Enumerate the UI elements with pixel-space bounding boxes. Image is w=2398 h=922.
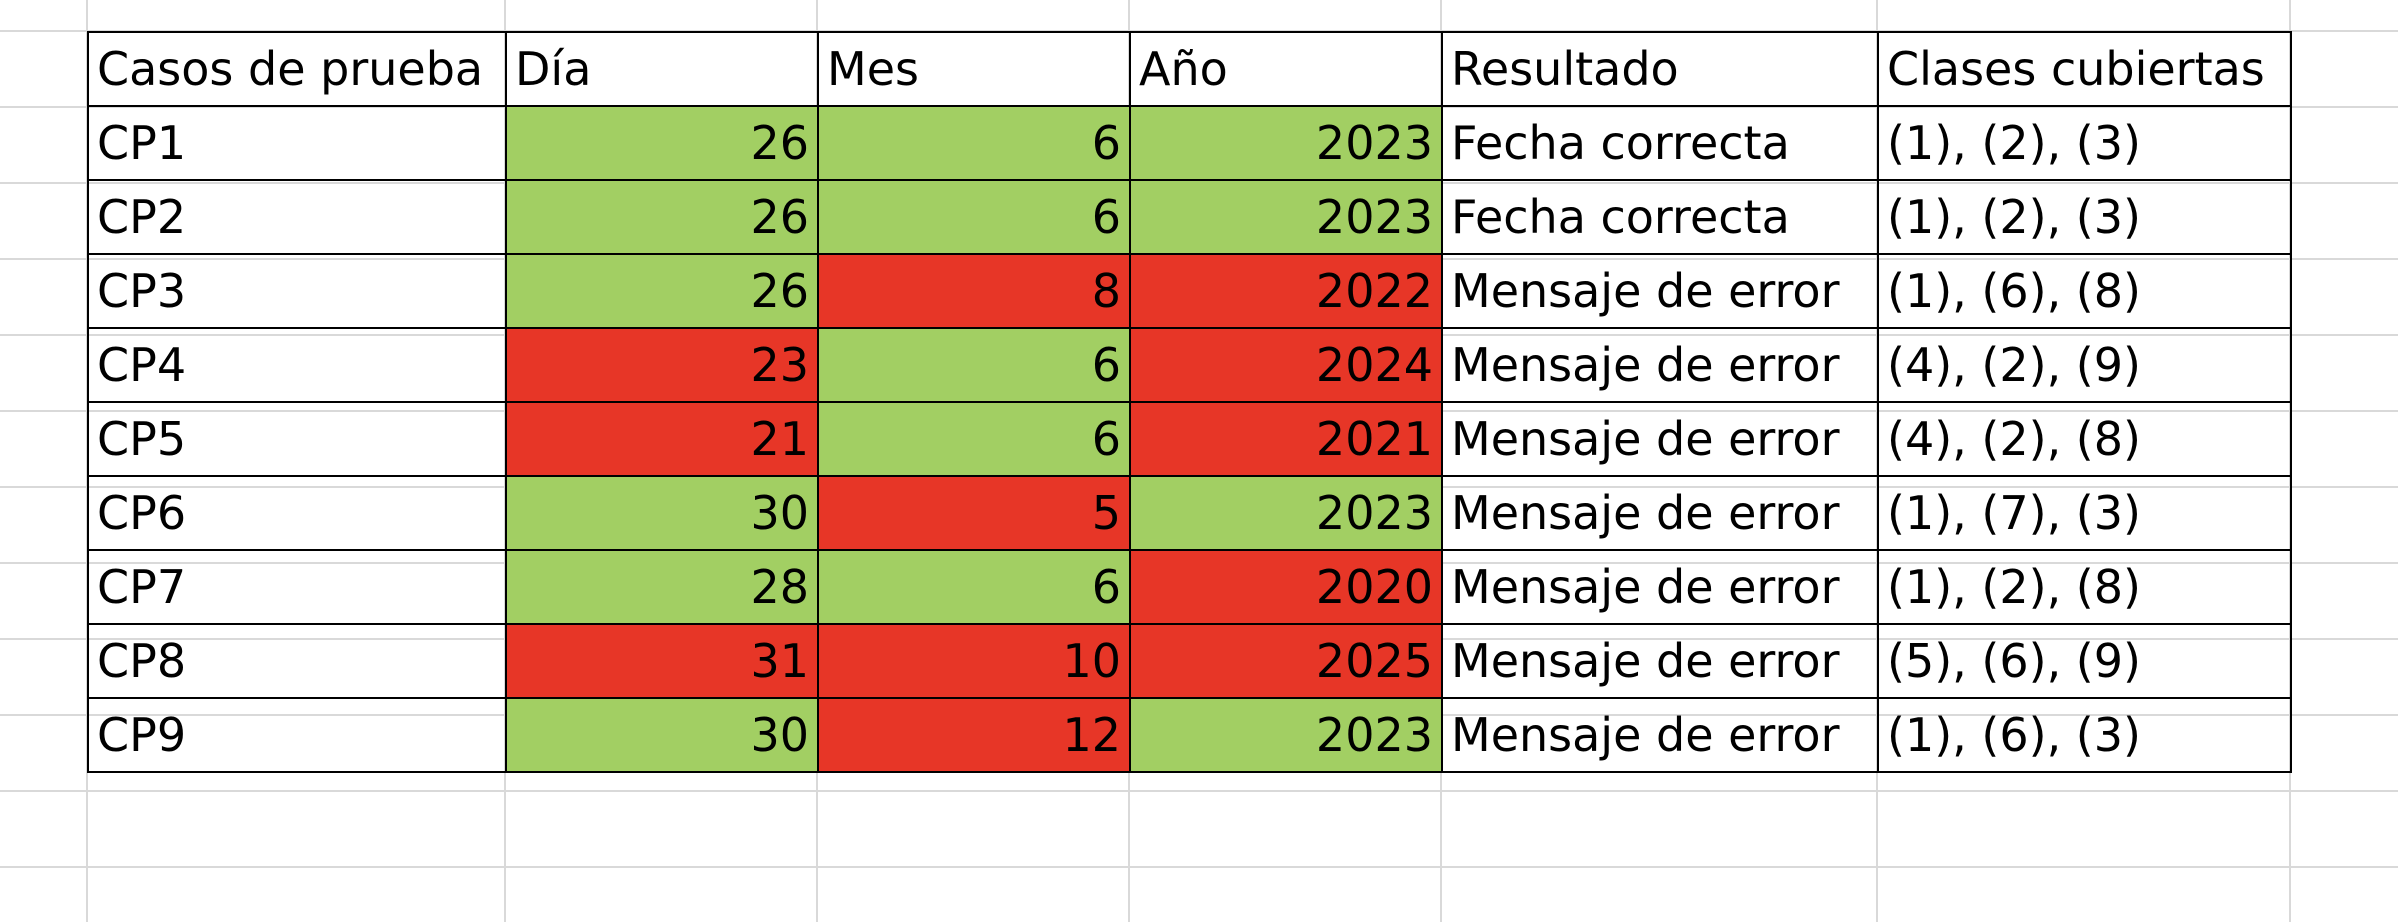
header-cell-clases[interactable]: Clases cubiertas (1877, 31, 2292, 107)
cell-dia[interactable]: 30 (505, 475, 819, 551)
cell-dia[interactable]: 23 (505, 327, 819, 403)
cell-mes[interactable]: 6 (817, 549, 1131, 625)
cell-resultado[interactable]: Mensaje de error (1441, 327, 1879, 403)
table-row: CP6 30 5 2023 Mensaje de error (1), (7), (3) (87, 475, 2292, 551)
cell-anio[interactable]: 2024 (1129, 327, 1443, 403)
test-cases-table: Casos de prueba Día Mes Año Resultado Cl… (87, 31, 2292, 773)
cell-clases[interactable]: (1), (6), (3) (1877, 697, 2292, 773)
cell-clases[interactable]: (5), (6), (9) (1877, 623, 2292, 699)
cell-clases[interactable]: (1), (6), (8) (1877, 253, 2292, 329)
cell-resultado[interactable]: Fecha correcta (1441, 105, 1879, 181)
cell-mes[interactable]: 6 (817, 401, 1131, 477)
cell-dia[interactable]: 30 (505, 697, 819, 773)
cell-clases[interactable]: (1), (2), (8) (1877, 549, 2292, 625)
header-row: Casos de prueba Día Mes Año Resultado Cl… (87, 31, 2292, 107)
cell-resultado[interactable]: Mensaje de error (1441, 549, 1879, 625)
cell-anio[interactable]: 2023 (1129, 697, 1443, 773)
cell-anio[interactable]: 2023 (1129, 179, 1443, 255)
cell-clases[interactable]: (4), (2), (8) (1877, 401, 2292, 477)
table-row: CP9 30 12 2023 Mensaje de error (1), (6), (3) (87, 697, 2292, 773)
cell-dia[interactable]: 31 (505, 623, 819, 699)
table-row: CP3 26 8 2022 Mensaje de error (1), (6), (8) (87, 253, 2292, 329)
cell-clases[interactable]: (4), (2), (9) (1877, 327, 2292, 403)
table-row: CP5 21 6 2021 Mensaje de error (4), (2), (8) (87, 401, 2292, 477)
table-row: CP7 28 6 2020 Mensaje de error (1), (2), (8) (87, 549, 2292, 625)
spreadsheet-grid[interactable]: Casos de prueba Día Mes Año Resultado Cl… (0, 0, 2398, 922)
cell-caso[interactable]: CP4 (87, 327, 507, 403)
table-row: CP2 26 6 2023 Fecha correcta (1), (2), (3) (87, 179, 2292, 255)
header-cell-dia[interactable]: Día (505, 31, 819, 107)
cell-caso[interactable]: CP1 (87, 105, 507, 181)
table-body: CP1 26 6 2023 Fecha correcta (1), (2), (3) CP2… (87, 105, 2292, 773)
cell-caso[interactable]: CP8 (87, 623, 507, 699)
cell-caso[interactable]: CP5 (87, 401, 507, 477)
cell-mes[interactable]: 8 (817, 253, 1131, 329)
header-cell-anio[interactable]: Año (1129, 31, 1443, 107)
cell-anio[interactable]: 2022 (1129, 253, 1443, 329)
cell-dia[interactable]: 28 (505, 549, 819, 625)
cell-resultado[interactable]: Mensaje de error (1441, 697, 1879, 773)
table-row: CP8 31 10 2025 Mensaje de error (5), (6), (9) (87, 623, 2292, 699)
cell-clases[interactable]: (1), (2), (3) (1877, 179, 2292, 255)
cell-anio[interactable]: 2023 (1129, 475, 1443, 551)
cell-dia[interactable]: 26 (505, 179, 819, 255)
header-cell-casos[interactable]: Casos de prueba (87, 31, 507, 107)
cell-resultado[interactable]: Mensaje de error (1441, 475, 1879, 551)
cell-clases[interactable]: (1), (7), (3) (1877, 475, 2292, 551)
cell-caso[interactable]: CP7 (87, 549, 507, 625)
header-cell-mes[interactable]: Mes (817, 31, 1131, 107)
table-row: CP1 26 6 2023 Fecha correcta (1), (2), (3) (87, 105, 2292, 181)
cell-caso[interactable]: CP3 (87, 253, 507, 329)
cell-mes[interactable]: 10 (817, 623, 1131, 699)
cell-dia[interactable]: 26 (505, 105, 819, 181)
cell-anio[interactable]: 2025 (1129, 623, 1443, 699)
cell-mes[interactable]: 5 (817, 475, 1131, 551)
cell-dia[interactable]: 26 (505, 253, 819, 329)
cell-resultado[interactable]: Mensaje de error (1441, 623, 1879, 699)
cell-mes[interactable]: 6 (817, 105, 1131, 181)
cell-resultado[interactable]: Fecha correcta (1441, 179, 1879, 255)
table-row: CP4 23 6 2024 Mensaje de error (4), (2), (9) (87, 327, 2292, 403)
cell-resultado[interactable]: Mensaje de error (1441, 401, 1879, 477)
cell-dia[interactable]: 21 (505, 401, 819, 477)
cell-resultado[interactable]: Mensaje de error (1441, 253, 1879, 329)
header-cell-resultado[interactable]: Resultado (1441, 31, 1879, 107)
cell-mes[interactable]: 6 (817, 327, 1131, 403)
cell-anio[interactable]: 2020 (1129, 549, 1443, 625)
cell-mes[interactable]: 12 (817, 697, 1131, 773)
cell-caso[interactable]: CP9 (87, 697, 507, 773)
cell-anio[interactable]: 2023 (1129, 105, 1443, 181)
cell-clases[interactable]: (1), (2), (3) (1877, 105, 2292, 181)
cell-mes[interactable]: 6 (817, 179, 1131, 255)
cell-caso[interactable]: CP2 (87, 179, 507, 255)
cell-caso[interactable]: CP6 (87, 475, 507, 551)
cell-anio[interactable]: 2021 (1129, 401, 1443, 477)
